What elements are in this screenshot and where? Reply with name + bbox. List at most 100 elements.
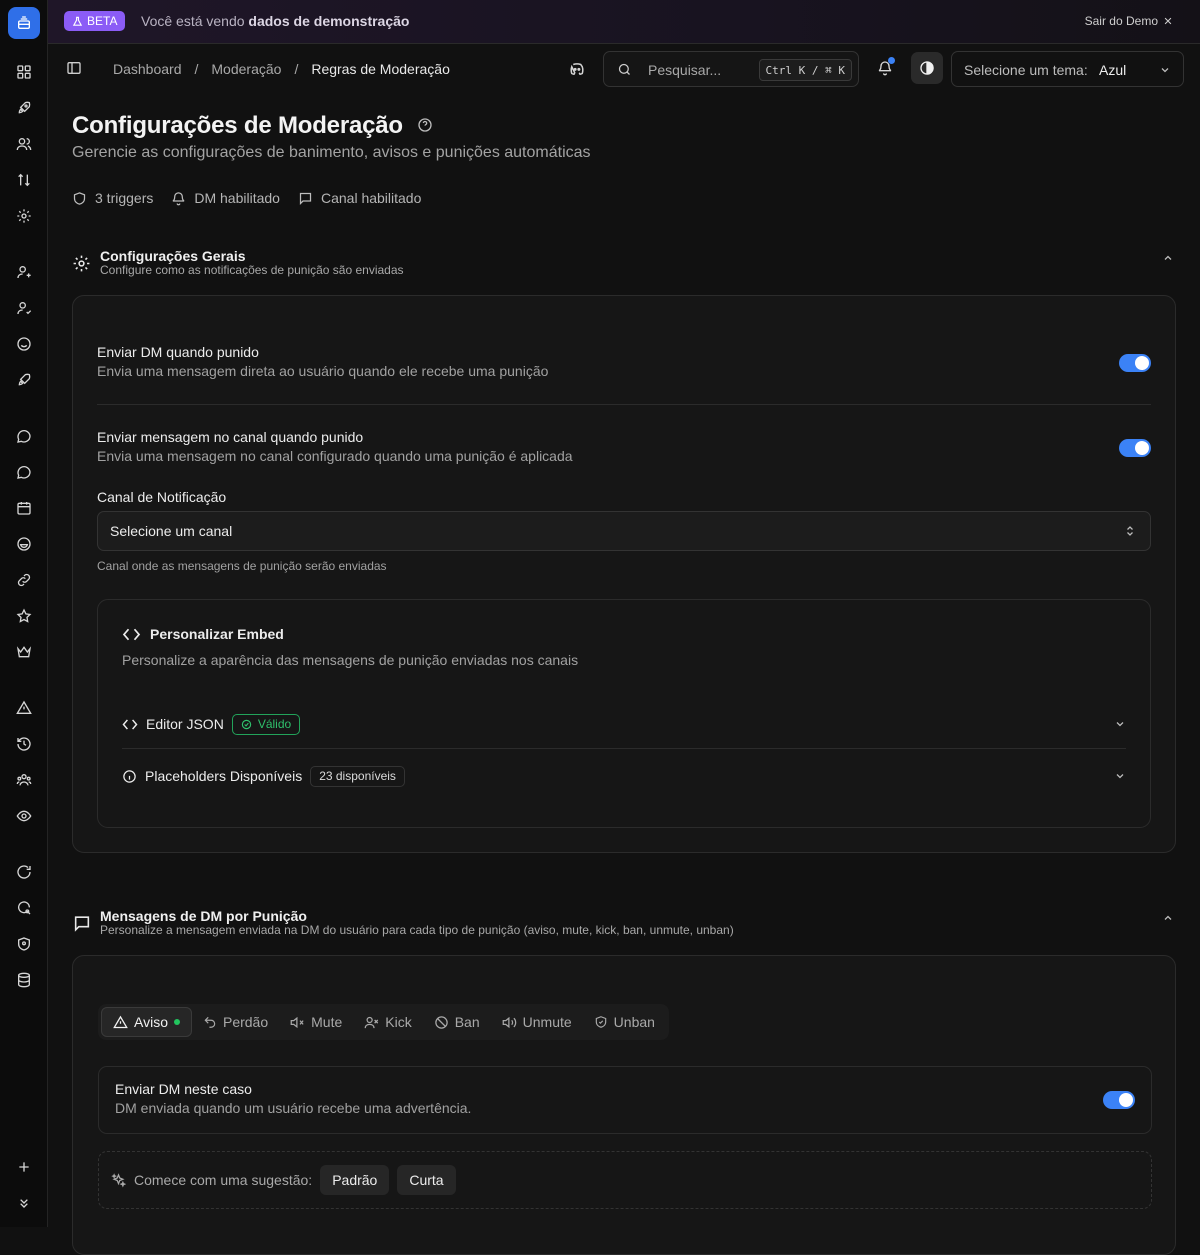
warning-icon	[113, 1015, 128, 1028]
send-dm-setting: Enviar DM neste caso DM enviada quando u…	[98, 1066, 1152, 1134]
breadcrumb-dashboard[interactable]: Dashboard	[113, 61, 182, 77]
eye-icon[interactable]	[15, 807, 33, 825]
suggestion-panel: Comece com uma sugestão: Padrão Curta	[98, 1151, 1152, 1209]
send-dm-title: Enviar DM neste caso	[115, 1081, 252, 1097]
placeholders-count-badge: 23 disponíveis	[310, 765, 405, 787]
demo-message: Você está vendo dados de demonstração	[141, 13, 409, 29]
users-icon[interactable]	[15, 135, 33, 153]
info-icon	[123, 769, 136, 783]
message-square-icon	[74, 916, 90, 932]
tab-label: Kick	[385, 1014, 412, 1030]
demo-message-bold: dados de demonstração	[248, 13, 410, 29]
general-settings-header[interactable]: Configurações Gerais Configure como as n…	[72, 248, 1176, 289]
embed-description: Personalize a aparência das mensagens de…	[122, 652, 579, 668]
chevron-down-icon	[1116, 722, 1124, 727]
code-icon	[122, 718, 138, 730]
notifications-button[interactable]	[877, 57, 895, 76]
chevrons-down-icon[interactable]	[15, 1194, 33, 1212]
stat-triggers: 3 triggers	[72, 190, 153, 206]
launch-icon[interactable]	[15, 371, 33, 389]
history-icon[interactable]	[15, 735, 33, 753]
tab-aviso[interactable]: Aviso	[101, 1007, 192, 1037]
notification-dot	[888, 57, 895, 64]
rocket-icon[interactable]	[15, 99, 33, 117]
tab-unban[interactable]: Unban	[583, 1007, 666, 1037]
breadcrumb-moderation[interactable]: Moderação	[211, 61, 281, 77]
star-icon[interactable]	[15, 607, 33, 625]
emoji-icon[interactable]	[15, 535, 33, 553]
breadcrumb-current: Regras de Moderação	[311, 61, 450, 77]
suggestion-default-button[interactable]: Padrão	[320, 1165, 390, 1195]
link-icon[interactable]	[15, 571, 33, 589]
tab-kick[interactable]: Kick	[353, 1007, 422, 1037]
theme-toggle-button[interactable]	[911, 52, 943, 84]
theme-label: Selecione um tema:	[964, 62, 1088, 78]
stat-dm: DM habilitado	[171, 190, 280, 206]
chevron-down-icon	[1161, 68, 1169, 73]
placeholders-title: Placeholders Disponíveis	[145, 768, 303, 784]
tab-label: Ban	[454, 1014, 480, 1030]
json-editor-row[interactable]: Editor JSON Válido	[122, 710, 1126, 738]
search-chat-icon[interactable]	[15, 899, 33, 917]
sidebar-toggle-icon[interactable]	[66, 60, 82, 76]
smile-icon[interactable]	[15, 335, 33, 353]
general-settings-card: Enviar DM quando punido Envia uma mensag…	[72, 295, 1176, 853]
json-editor-title: Editor JSON	[146, 716, 224, 732]
page-title: Configurações de Moderação	[72, 112, 403, 139]
sort-icon[interactable]	[15, 171, 33, 189]
embed-title: Personalizar Embed	[150, 626, 284, 642]
theme-select[interactable]: Selecione um tema: Azul	[951, 51, 1184, 87]
dashboard-icon[interactable]	[15, 63, 33, 81]
shield-outline-icon	[73, 191, 86, 205]
app-logo[interactable]	[8, 7, 40, 39]
divider	[122, 748, 1126, 749]
calendar-icon[interactable]	[15, 499, 33, 517]
tab-unmute[interactable]: Unmute	[491, 1007, 583, 1037]
suggestion-label: Comece com uma sugestão:	[134, 1172, 313, 1188]
stat-channel-label: Canal habilitado	[320, 190, 422, 206]
user-plus-icon[interactable]	[15, 263, 33, 281]
search-icon	[618, 63, 630, 75]
chat-icon[interactable]	[15, 463, 33, 481]
dm-toggle[interactable]	[1119, 354, 1151, 372]
database-icon[interactable]	[15, 971, 33, 989]
suggestion-short-button[interactable]: Curta	[397, 1165, 456, 1195]
sparkles-icon	[111, 1172, 126, 1188]
discord-icon[interactable]	[568, 60, 586, 78]
settings-icon[interactable]	[15, 207, 33, 225]
crown-icon[interactable]	[15, 643, 33, 661]
channel-toggle[interactable]	[1119, 439, 1151, 457]
notification-channel-help: Canal onde as mensagens de punição serão…	[97, 559, 387, 573]
theme-value: Azul	[1099, 62, 1127, 78]
notification-channel-select[interactable]: Selecione um canal	[97, 511, 1151, 551]
tab-label: Aviso	[134, 1014, 168, 1030]
dm-messages-header[interactable]: Mensagens de DM por Punição Personalize …	[72, 908, 1176, 949]
help-icon[interactable]	[417, 117, 433, 133]
tab-ban[interactable]: Ban	[423, 1007, 491, 1037]
chevron-down-icon	[1116, 774, 1124, 779]
message-icon[interactable]	[15, 427, 33, 445]
stats-row: 3 triggers DM habilitado Canal habilitad…	[72, 190, 421, 206]
search-input[interactable]: Pesquisar... Ctrl K / ⌘ K	[603, 51, 859, 87]
volume-mute-icon	[290, 1016, 304, 1028]
placeholders-row[interactable]: Placeholders Disponíveis 23 disponíveis	[122, 762, 1126, 790]
plus-icon[interactable]	[15, 1158, 33, 1176]
warning-icon[interactable]	[15, 699, 33, 717]
exit-demo-button[interactable]: Sair do Demo	[1085, 14, 1173, 28]
shield-icon[interactable]	[15, 935, 33, 953]
page-subtitle: Gerencie as configurações de banimento, …	[72, 144, 591, 161]
stat-triggers-label: 3 triggers	[95, 190, 154, 206]
user-check-icon[interactable]	[15, 299, 33, 317]
send-dm-toggle[interactable]	[1103, 1091, 1135, 1109]
close-icon	[1164, 17, 1172, 25]
punishment-tabs: Aviso Perdão Mute Kick Ban Unmute Unban	[98, 1004, 669, 1040]
refresh-chat-icon[interactable]	[15, 863, 33, 881]
gear-icon	[73, 255, 90, 272]
send-dm-description: DM enviada quando um usuário recebe uma …	[115, 1100, 472, 1116]
team-icon[interactable]	[15, 771, 33, 789]
contrast-icon	[920, 61, 934, 75]
tab-label: Unban	[613, 1014, 655, 1030]
tab-perdao[interactable]: Perdão	[192, 1007, 279, 1037]
tab-mute[interactable]: Mute	[279, 1007, 353, 1037]
channel-setting-title: Enviar mensagem no canal quando punido	[97, 429, 364, 445]
